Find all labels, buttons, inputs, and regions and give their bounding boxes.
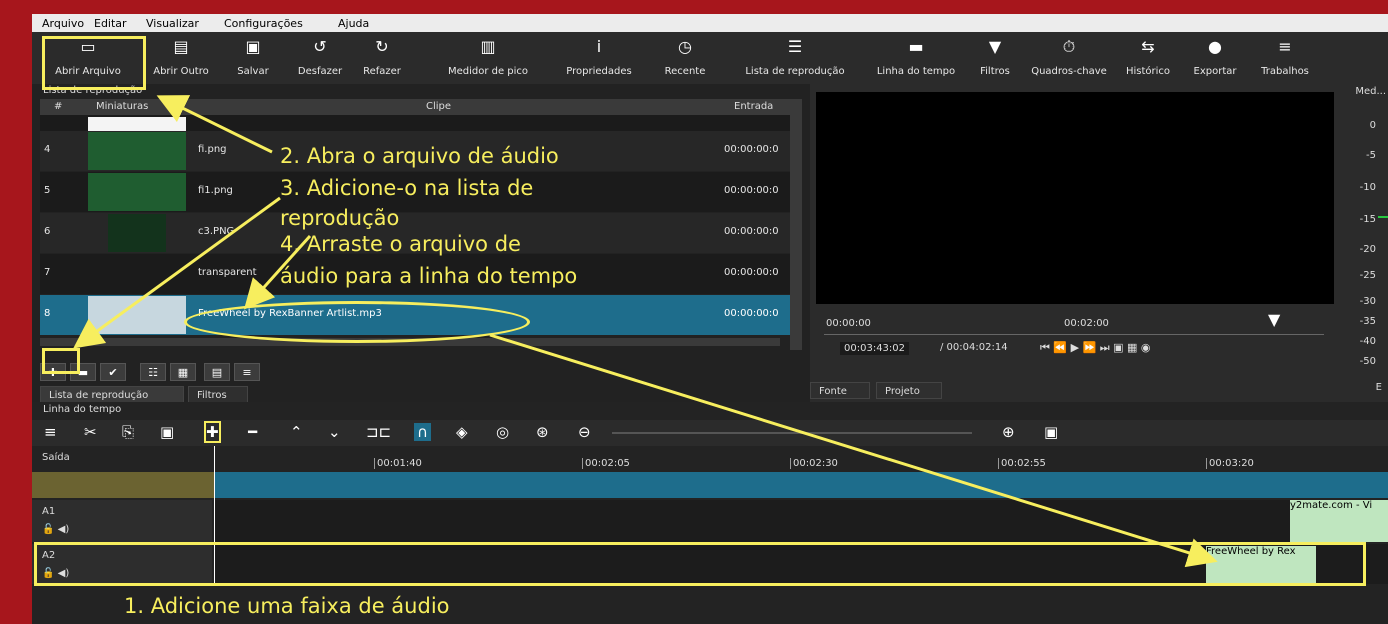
annotation-step3b: reprodução <box>280 206 400 230</box>
annotation-step4a: 4. Arraste o arquivo de <box>280 232 521 256</box>
annotation-step4b: áudio para a linha do tempo <box>280 264 578 288</box>
annotation-step3a: 3. Adicione-o na lista de <box>280 176 534 200</box>
annotation-arrows <box>73 95 1218 568</box>
annotation-step1: 1. Adicione uma faixa de áudio <box>124 594 450 618</box>
annotation-step2: 2. Abra o arquivo de áudio <box>280 144 559 168</box>
